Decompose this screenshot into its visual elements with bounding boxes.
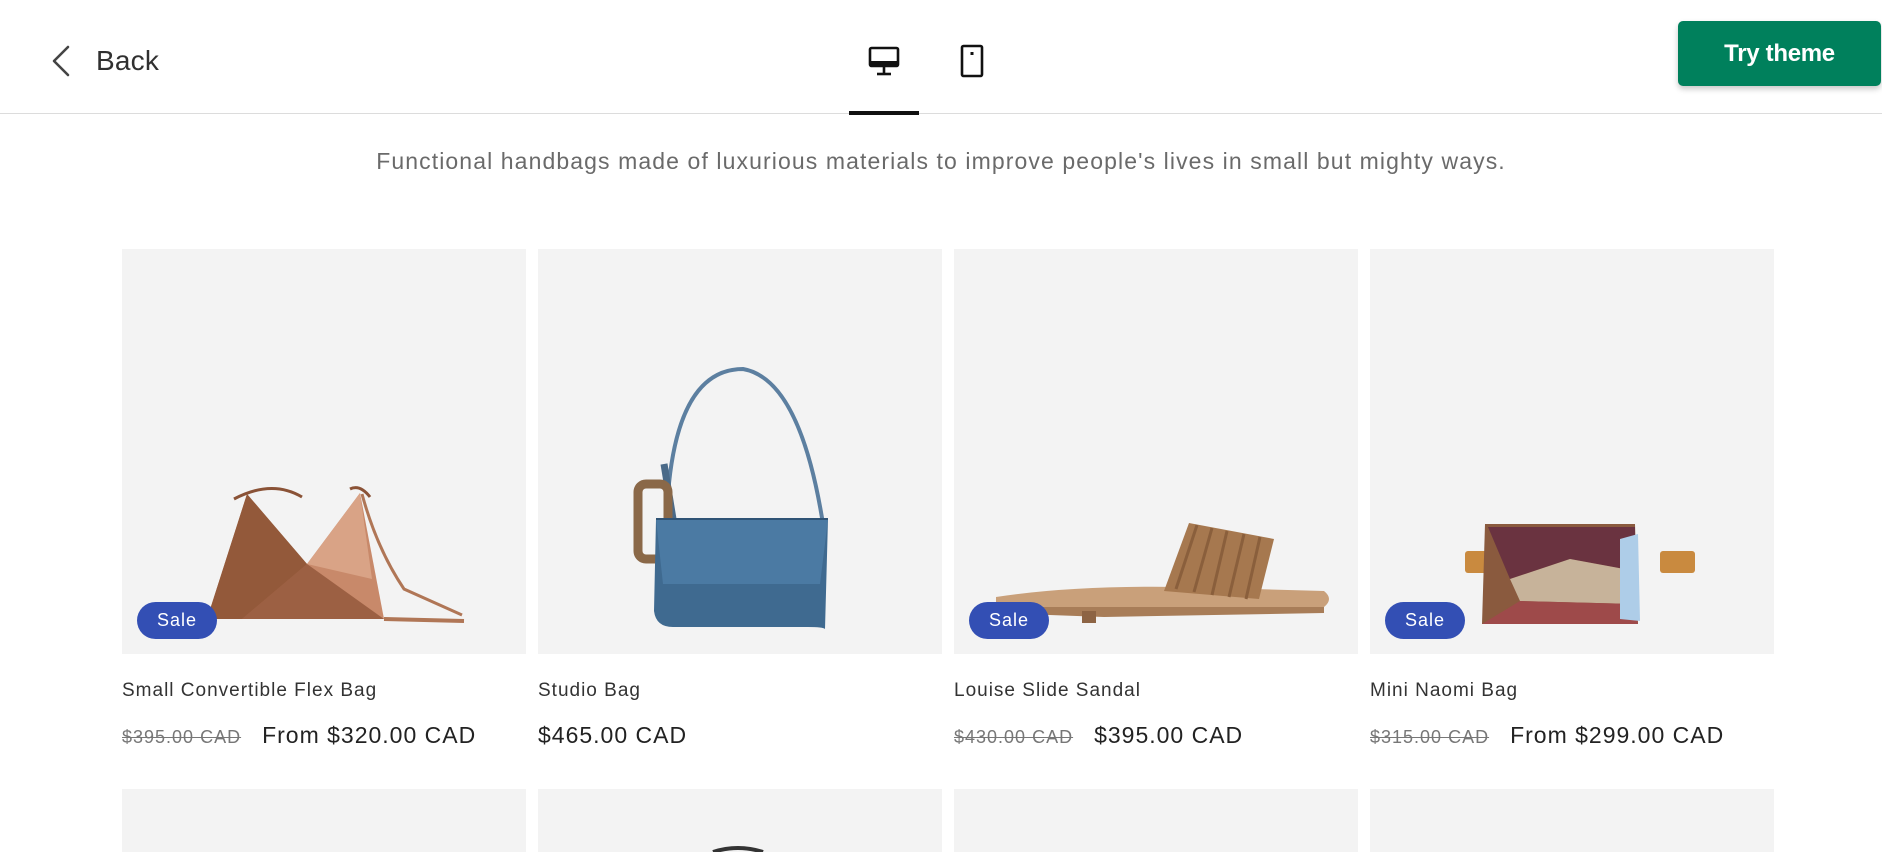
regular-price: $465.00 CAD bbox=[538, 722, 688, 748]
studio-bag-image bbox=[633, 366, 828, 629]
bag-handle-image bbox=[712, 846, 764, 852]
desktop-view-button[interactable] bbox=[849, 36, 919, 115]
mobile-icon bbox=[960, 44, 984, 78]
product-media[interactable]: Sale bbox=[122, 249, 526, 654]
product-card[interactable]: Sale Mini Naomi Bag $315.00 CAD From $29… bbox=[1370, 249, 1774, 756]
product-title[interactable]: Mini Naomi Bag bbox=[1370, 680, 1774, 708]
product-card[interactable]: Studio Bag $465.00 CAD bbox=[538, 249, 942, 756]
product-media[interactable] bbox=[122, 789, 526, 852]
product-title[interactable]: Louise Slide Sandal bbox=[954, 680, 1358, 708]
sale-price: $395.00 CAD bbox=[1094, 722, 1244, 748]
price-row: $395.00 CAD From $320.00 CAD bbox=[122, 722, 526, 756]
sale-badge: Sale bbox=[1385, 602, 1465, 639]
back-label: Back bbox=[96, 45, 160, 76]
product-media[interactable]: Sale bbox=[1370, 249, 1774, 654]
compare-at-price: $315.00 CAD bbox=[1370, 727, 1490, 747]
product-grid-row-2 bbox=[122, 789, 1774, 852]
product-media[interactable] bbox=[1370, 789, 1774, 852]
compare-at-price: $430.00 CAD bbox=[954, 727, 1074, 747]
chevron-left-icon bbox=[52, 45, 70, 77]
product-media[interactable] bbox=[538, 789, 942, 852]
product-title[interactable]: Small Convertible Flex Bag bbox=[122, 680, 526, 708]
sandal-image bbox=[996, 523, 1329, 623]
price-row: $465.00 CAD bbox=[538, 722, 942, 756]
product-title[interactable]: Studio Bag bbox=[538, 680, 942, 708]
sale-badge: Sale bbox=[137, 602, 217, 639]
product-media[interactable] bbox=[538, 249, 942, 654]
sale-badge: Sale bbox=[969, 602, 1049, 639]
product-card[interactable]: Sale Louise Slide Sandal $430.00 CAD $39… bbox=[954, 249, 1358, 756]
product-media[interactable]: Sale bbox=[954, 249, 1358, 654]
product-grid: Sale Small Convertible Flex Bag $395.00 … bbox=[122, 249, 1774, 756]
device-toggle bbox=[849, 36, 1007, 115]
flex-bag-image bbox=[207, 486, 465, 623]
product-card[interactable]: Sale Small Convertible Flex Bag $395.00 … bbox=[122, 249, 526, 756]
compare-at-price: $395.00 CAD bbox=[122, 727, 242, 747]
naomi-bag-image bbox=[1465, 524, 1695, 624]
sale-price: From $320.00 CAD bbox=[262, 722, 477, 748]
top-bar: Back Try theme bbox=[0, 0, 1882, 115]
sale-price: From $299.00 CAD bbox=[1510, 722, 1725, 748]
mobile-view-button[interactable] bbox=[937, 36, 1007, 114]
price-row: $315.00 CAD From $299.00 CAD bbox=[1370, 722, 1774, 756]
back-button[interactable]: Back bbox=[48, 36, 159, 86]
desktop-icon bbox=[868, 46, 900, 76]
price-row: $430.00 CAD $395.00 CAD bbox=[954, 722, 1358, 756]
collection-description: Functional handbags made of luxurious ma… bbox=[376, 148, 1506, 174]
try-theme-button[interactable]: Try theme bbox=[1678, 21, 1881, 86]
product-media[interactable] bbox=[954, 789, 1358, 852]
